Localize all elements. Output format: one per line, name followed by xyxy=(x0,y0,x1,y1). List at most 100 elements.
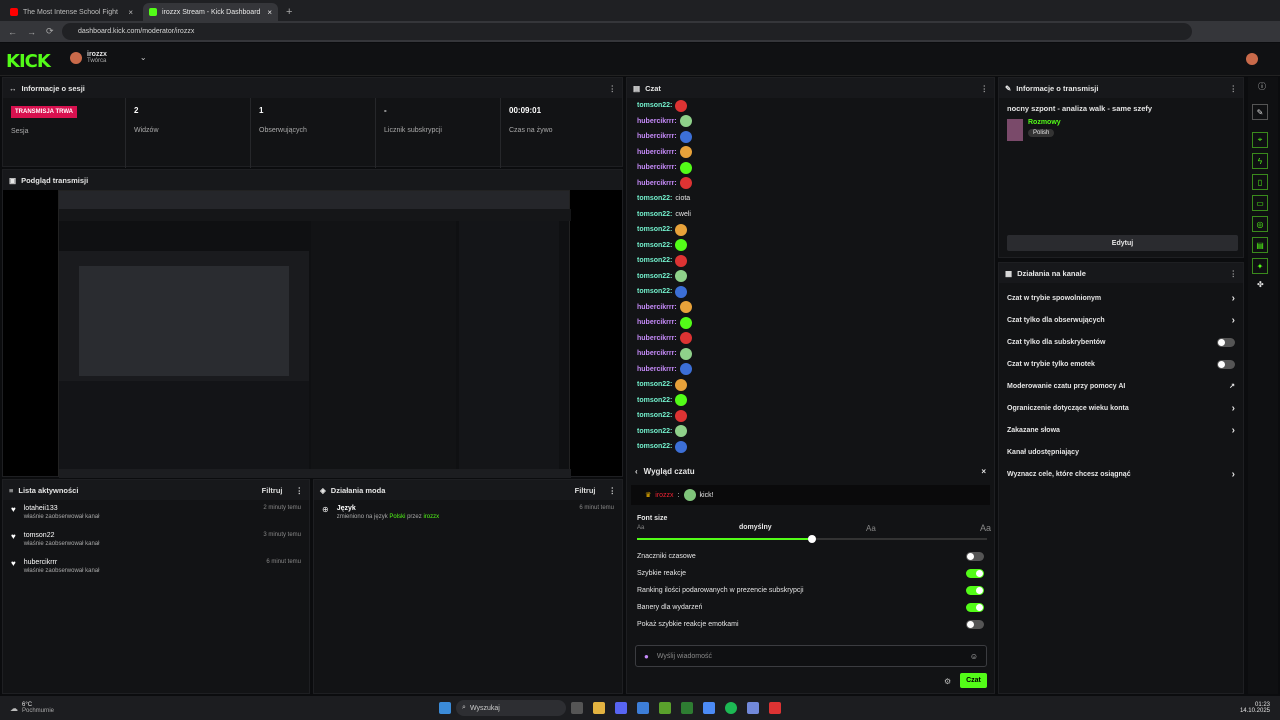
toggle-switch[interactable] xyxy=(966,586,984,595)
more-icon[interactable]: ⋮ xyxy=(1230,84,1238,93)
edit-button[interactable]: Edytuj xyxy=(1007,235,1238,251)
mic-icon[interactable]: ● xyxy=(644,652,649,661)
chat-username[interactable]: tomson22: xyxy=(637,211,672,218)
back-icon[interactable]: ‹ xyxy=(635,467,638,476)
explorer-icon[interactable] xyxy=(593,702,606,714)
more-icon[interactable]: ⋮ xyxy=(609,84,617,93)
spotify-icon[interactable] xyxy=(725,702,738,714)
store-icon[interactable] xyxy=(637,702,650,714)
windows-start-icon[interactable] xyxy=(439,702,452,714)
chat-username[interactable]: hubercikrrr: xyxy=(637,335,677,342)
external-link-icon[interactable]: ↗ xyxy=(1229,382,1235,390)
channel-action-item[interactable]: Czat w trybie spowolnionym › xyxy=(999,287,1243,309)
activity-user[interactable]: hubercikrrr xyxy=(24,559,100,566)
more-icon[interactable]: ⋮ xyxy=(296,486,304,495)
chevron-right-icon[interactable]: › xyxy=(1232,469,1235,480)
chat-username[interactable]: tomson22: xyxy=(637,397,672,404)
close-icon[interactable]: × xyxy=(981,467,986,476)
info-icon[interactable]: ⓘ xyxy=(1258,81,1278,92)
toggle-switch[interactable] xyxy=(1217,337,1235,347)
chat-username[interactable]: tomson22: xyxy=(637,226,672,233)
chat-input[interactable]: ● Wyślij wiadomość ☺ xyxy=(635,645,987,667)
toggle-switch[interactable] xyxy=(1217,359,1235,369)
nvidia-icon[interactable] xyxy=(659,702,672,714)
channel-action-item[interactable]: Moderowanie czatu przy pomocy AI ↗ xyxy=(999,375,1243,397)
send-chat-button[interactable]: Czat xyxy=(960,673,987,688)
url-input[interactable]: dashboard.kick.com/moderator/irozzx xyxy=(62,23,1192,40)
chat-username[interactable]: hubercikrrr: xyxy=(637,133,677,140)
slider-knob[interactable] xyxy=(808,535,816,543)
task-view-icon[interactable] xyxy=(571,702,584,714)
chat-username[interactable]: tomson22: xyxy=(637,195,672,202)
category-name[interactable]: Rozmowy xyxy=(1028,119,1061,126)
tool-icon[interactable]: ✦ xyxy=(1252,258,1268,274)
more-icon[interactable]: ⋮ xyxy=(1230,269,1238,278)
chat-username[interactable]: tomson22: xyxy=(637,381,672,388)
more-icon[interactable]: ⋮ xyxy=(609,486,617,495)
chevron-right-icon[interactable]: › xyxy=(1232,293,1235,304)
font-size-slider[interactable]: Aa domyślny Aa Aa xyxy=(637,522,991,544)
filter-button[interactable]: Filtruj xyxy=(575,486,596,495)
channel-action-item[interactable]: Czat tylko dla obserwujących › xyxy=(999,309,1243,331)
user-switcher[interactable]: irozzx Twórca ⌄ xyxy=(70,51,147,64)
settings-icon[interactable]: ⚙ xyxy=(944,677,951,686)
more-icon[interactable]: ⋮ xyxy=(981,84,989,93)
bolt-icon[interactable]: ϟ xyxy=(1252,153,1268,169)
discord-icon[interactable] xyxy=(615,702,628,714)
chat-username[interactable]: hubercikrrr: xyxy=(637,319,677,326)
activity-user[interactable]: tomson22 xyxy=(24,532,100,539)
stream-video[interactable] xyxy=(58,190,571,478)
document-icon[interactable]: ▯ xyxy=(1252,174,1268,190)
toggle-switch[interactable] xyxy=(966,552,984,561)
channel-action-item[interactable]: Czat w trybie tylko emotek xyxy=(999,353,1243,375)
new-tab-button[interactable]: + xyxy=(286,6,292,18)
chrome-icon[interactable] xyxy=(703,702,716,714)
reload-icon[interactable]: ⟳ xyxy=(46,26,54,37)
broadcast-icon[interactable]: ◎ xyxy=(1252,216,1268,232)
chat-username[interactable]: tomson22: xyxy=(637,242,672,249)
kick-logo[interactable]: KICK xyxy=(6,51,51,72)
chevron-right-icon[interactable]: › xyxy=(1232,403,1235,414)
channel-action-item[interactable]: Kanał udostępniający xyxy=(999,441,1243,463)
close-icon[interactable]: × xyxy=(267,8,272,17)
channel-action-item[interactable]: Zakazane słowa › xyxy=(999,419,1243,441)
profile-avatar[interactable] xyxy=(1246,53,1258,65)
app-icon[interactable] xyxy=(681,702,694,714)
chat-username[interactable]: hubercikrrr: xyxy=(637,350,677,357)
toggle-switch[interactable] xyxy=(966,620,984,629)
chat-username[interactable]: tomson22: xyxy=(637,257,672,264)
comment-icon[interactable]: ▭ xyxy=(1252,195,1268,211)
chat-username[interactable]: tomson22: xyxy=(637,288,672,295)
chat-username[interactable]: tomson22: xyxy=(637,443,672,450)
widgets-icon[interactable]: ✤ xyxy=(1257,280,1278,289)
chat-username[interactable]: hubercikrrr: xyxy=(637,180,677,187)
chat-username[interactable]: tomson22: xyxy=(637,412,672,419)
chat-username[interactable]: hubercikrrr: xyxy=(637,149,677,156)
toggle-switch[interactable] xyxy=(966,603,984,612)
chevron-right-icon[interactable]: › xyxy=(1232,315,1235,326)
toggle-switch[interactable] xyxy=(966,569,984,578)
chevron-down-icon[interactable]: ⌄ xyxy=(140,53,147,62)
discord-alt-icon[interactable] xyxy=(747,702,760,714)
obs-icon[interactable] xyxy=(769,702,782,714)
activity-user[interactable]: lotaheii133 xyxy=(24,505,100,512)
filter-button[interactable]: Filtruj xyxy=(262,486,283,495)
chat-username[interactable]: hubercikrrr: xyxy=(637,366,677,373)
channel-action-item[interactable]: Ograniczenie dotyczące wieku konta › xyxy=(999,397,1243,419)
channel-action-item[interactable]: Czat tylko dla subskrybentów xyxy=(999,331,1243,353)
chevron-right-icon[interactable]: › xyxy=(1232,425,1235,436)
mod-user[interactable]: irozzx xyxy=(423,514,439,520)
edit-icon[interactable]: ✎ xyxy=(1252,104,1268,120)
chat-username[interactable]: tomson22: xyxy=(637,102,672,109)
taskbar-search[interactable]: ⌕ Wyszukaj xyxy=(456,700,567,716)
chat-username[interactable]: hubercikrrr: xyxy=(637,164,677,171)
chat-username[interactable]: tomson22: xyxy=(637,428,672,435)
close-icon[interactable]: × xyxy=(128,8,133,17)
weather-widget[interactable]: ☁ 6°C Pochmurnie xyxy=(10,702,54,714)
forward-icon[interactable]: → xyxy=(27,27,36,37)
emoji-icon[interactable]: ☺ xyxy=(970,652,978,661)
focus-icon[interactable]: ⌖ xyxy=(1252,132,1268,148)
clock[interactable]: 01:23 14.10.2025 xyxy=(1240,702,1270,714)
browser-tab-active[interactable]: irozzx Stream - Kick Dashboard × xyxy=(143,3,278,21)
channel-action-item[interactable]: Wyznacz cele, które chcesz osiągnąć › xyxy=(999,463,1243,485)
